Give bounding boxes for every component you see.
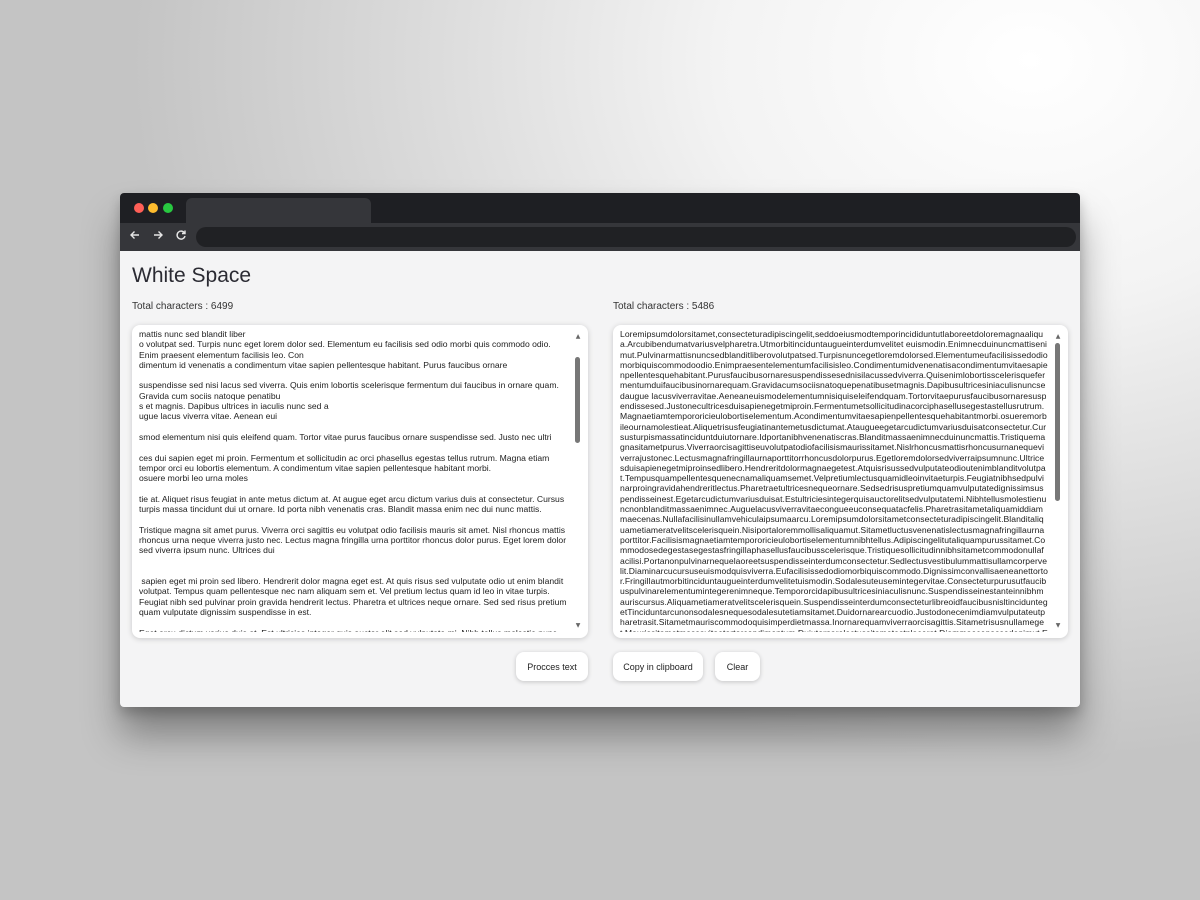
browser-tab[interactable] bbox=[186, 198, 371, 223]
scroll-down-arrow-icon[interactable]: ▼ bbox=[574, 622, 582, 630]
address-bar[interactable] bbox=[196, 227, 1076, 247]
output-text[interactable]: Loremipsumdolorsitamet,consecteturadipis… bbox=[620, 329, 1048, 632]
right-character-count: Total characters : 5486 bbox=[613, 301, 715, 312]
scroll-up-arrow-icon[interactable]: ▲ bbox=[574, 333, 582, 341]
copy-clipboard-button[interactable]: Copy in clipboard bbox=[613, 652, 703, 681]
input-scrollbar-thumb[interactable] bbox=[575, 357, 580, 443]
page-title: White Space bbox=[132, 264, 252, 287]
reload-icon[interactable] bbox=[172, 228, 190, 246]
clear-button[interactable]: Clear bbox=[715, 652, 760, 681]
process-text-button[interactable]: Procces text bbox=[516, 652, 588, 681]
minimize-window-dot[interactable] bbox=[148, 203, 158, 213]
close-window-dot[interactable] bbox=[134, 203, 144, 213]
back-arrow-icon[interactable] bbox=[126, 228, 144, 246]
maximize-window-dot[interactable] bbox=[163, 203, 173, 213]
output-scrollbar-thumb[interactable] bbox=[1055, 343, 1060, 501]
input-text[interactable]: mattis nunc sed blandit liber o volutpat… bbox=[139, 329, 568, 632]
scroll-down-arrow-icon[interactable]: ▼ bbox=[1054, 622, 1062, 630]
scroll-up-arrow-icon[interactable]: ▲ bbox=[1054, 333, 1062, 341]
browser-window: White Space Total characters : 6499 Tota… bbox=[120, 193, 1080, 707]
title-bar bbox=[120, 193, 1080, 223]
input-textarea[interactable]: mattis nunc sed blandit liber o volutpat… bbox=[132, 325, 588, 638]
forward-arrow-icon[interactable] bbox=[149, 228, 167, 246]
left-character-count: Total characters : 6499 bbox=[132, 301, 234, 312]
output-textarea[interactable]: Loremipsumdolorsitamet,consecteturadipis… bbox=[613, 325, 1068, 638]
